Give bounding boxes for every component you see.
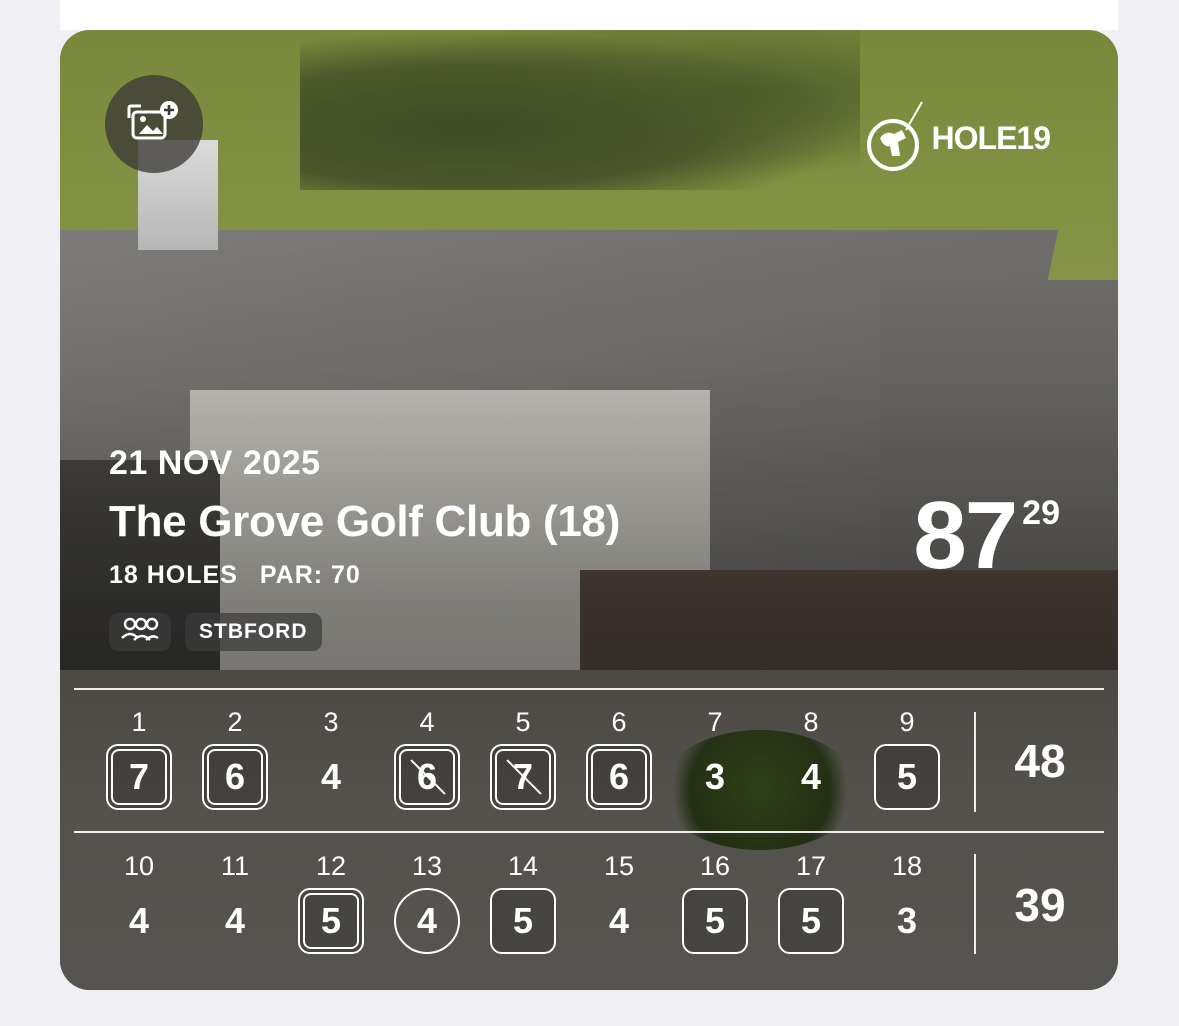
- hole-number: 8: [803, 707, 819, 737]
- hole-12[interactable]: 12 5: [295, 850, 367, 956]
- hole-11[interactable]: 11 4: [199, 850, 271, 956]
- scorecard-divider-top: [74, 688, 1104, 690]
- hole-10[interactable]: 10 4: [103, 850, 175, 956]
- hole-score-square: 5: [680, 886, 750, 956]
- hole-8[interactable]: 84: [775, 706, 847, 812]
- holes-label: 18 HOLES: [109, 561, 238, 589]
- hole-score-value: 4: [416, 900, 438, 941]
- hole-number: 17: [795, 851, 827, 881]
- hole-score-none: 4: [104, 886, 174, 956]
- stableford-points: 29: [1022, 494, 1060, 532]
- hole-score-double-square-struck: 6: [392, 742, 462, 812]
- hole-score-value: 4: [800, 756, 822, 797]
- back-nine-separator: [974, 854, 976, 954]
- front-nine-subtotal: 48: [1014, 735, 1066, 787]
- front-nine-separator: [974, 712, 976, 812]
- hole-score-value: 7: [128, 756, 150, 797]
- hole-score-value: 5: [800, 900, 822, 941]
- hole-score-double-square: 5: [296, 886, 366, 956]
- hole-number: 11: [220, 851, 250, 881]
- hole-score-circle: 4: [392, 886, 462, 956]
- hole-score-square: 5: [488, 886, 558, 956]
- hole-number: 14: [507, 851, 539, 881]
- hole-score-value: 4: [224, 900, 246, 941]
- back-nine-subtotal: 39: [1014, 879, 1066, 931]
- hole-score-value: 4: [128, 900, 150, 941]
- hole-number: 15: [603, 851, 635, 881]
- hole-number: 16: [699, 851, 731, 881]
- hole-score-value: 3: [896, 900, 918, 941]
- hole-score-value: 3: [704, 756, 726, 797]
- hole-score-none: 4: [584, 886, 654, 956]
- hole-number: 7: [707, 707, 723, 737]
- hole-number: 4: [419, 707, 435, 737]
- hole-score-double-square-struck: 7: [488, 742, 558, 812]
- total-strokes: 87: [913, 482, 1018, 589]
- hole-number: 12: [315, 851, 347, 881]
- hole-7[interactable]: 73: [679, 706, 751, 812]
- add-photo-icon: [127, 98, 181, 151]
- hole-score-value: 5: [896, 756, 918, 797]
- hole-4[interactable]: 46: [391, 706, 463, 812]
- scorecard-divider-mid: [74, 831, 1104, 833]
- hole-score-value: 4: [320, 756, 342, 797]
- total-score: 87 29: [913, 488, 1060, 584]
- hole-15[interactable]: 15 4: [583, 850, 655, 956]
- hole-13[interactable]: 13 4: [391, 850, 463, 956]
- hole-score-none: 4: [200, 886, 270, 956]
- golfer-logo-icon: [866, 100, 924, 177]
- hole-score-value: 6: [608, 756, 630, 797]
- hole-2[interactable]: 26: [199, 706, 271, 812]
- round-date: 21 NOV 2025: [109, 444, 321, 482]
- brand-name: HOLE19: [931, 120, 1051, 156]
- hole-9[interactable]: 95: [871, 706, 943, 812]
- hole-number: 5: [515, 707, 531, 737]
- top-strip: [60, 0, 1118, 30]
- hole-number: 1: [131, 707, 147, 737]
- round-meta: 18 HOLES PAR: 70: [109, 561, 620, 590]
- hole-score-none: 3: [872, 886, 942, 956]
- hole-6[interactable]: 66: [583, 706, 655, 812]
- hole-14[interactable]: 14 5: [487, 850, 559, 956]
- hole-number: 3: [323, 707, 339, 737]
- hole-score-square: 5: [872, 742, 942, 812]
- hole-number: 9: [899, 707, 915, 737]
- round-card[interactable]: HOLE19 21 NOV 2025 The Grove Golf Club (…: [60, 30, 1118, 990]
- add-photo-button[interactable]: [105, 75, 203, 173]
- front-nine-row: 172634465766738495: [60, 706, 1118, 846]
- hole-number: 18: [891, 851, 923, 881]
- hole-score-double-square: 6: [200, 742, 270, 812]
- hole-5[interactable]: 57: [487, 706, 559, 812]
- hole-number: 2: [227, 707, 243, 737]
- hole-score-double-square: 7: [104, 742, 174, 812]
- hole-score-double-square: 6: [584, 742, 654, 812]
- hole-score-value: 5: [512, 900, 534, 941]
- hole-number: 6: [611, 707, 627, 737]
- players-group-icon: [120, 616, 160, 648]
- round-tags: STBFORD: [109, 613, 322, 651]
- hole-17[interactable]: 17 5: [775, 850, 847, 956]
- hole-16[interactable]: 16 5: [679, 850, 751, 956]
- brand-logo: HOLE19: [866, 100, 1051, 177]
- hole-score-square: 5: [776, 886, 846, 956]
- players-tag[interactable]: [109, 613, 171, 651]
- par-label: PAR: 70: [259, 561, 361, 589]
- hole-score-none: 4: [776, 742, 846, 812]
- hole-score-value: 5: [320, 900, 342, 941]
- hole-score-value: 5: [704, 900, 726, 941]
- hole-score-none: 3: [680, 742, 750, 812]
- hole-number: 13: [411, 851, 443, 881]
- hole-score-value: 4: [608, 900, 630, 941]
- round-info: 21 NOV 2025 The Grove Golf Club (18) 18 …: [109, 444, 620, 590]
- hole-18[interactable]: 18 3: [871, 850, 943, 956]
- back-nine-row: 10 4 11 4 12 5 13 4 14 5 15 4 16 5 17 5 18 3: [60, 850, 1118, 990]
- hole-score-none: 4: [296, 742, 366, 812]
- hole-number: 10: [123, 851, 155, 881]
- format-tag[interactable]: STBFORD: [185, 613, 322, 651]
- hole-score-value: 6: [224, 756, 246, 797]
- hole-3[interactable]: 34: [295, 706, 367, 812]
- hole-1[interactable]: 17: [103, 706, 175, 812]
- course-name: The Grove Golf Club (18): [109, 497, 621, 546]
